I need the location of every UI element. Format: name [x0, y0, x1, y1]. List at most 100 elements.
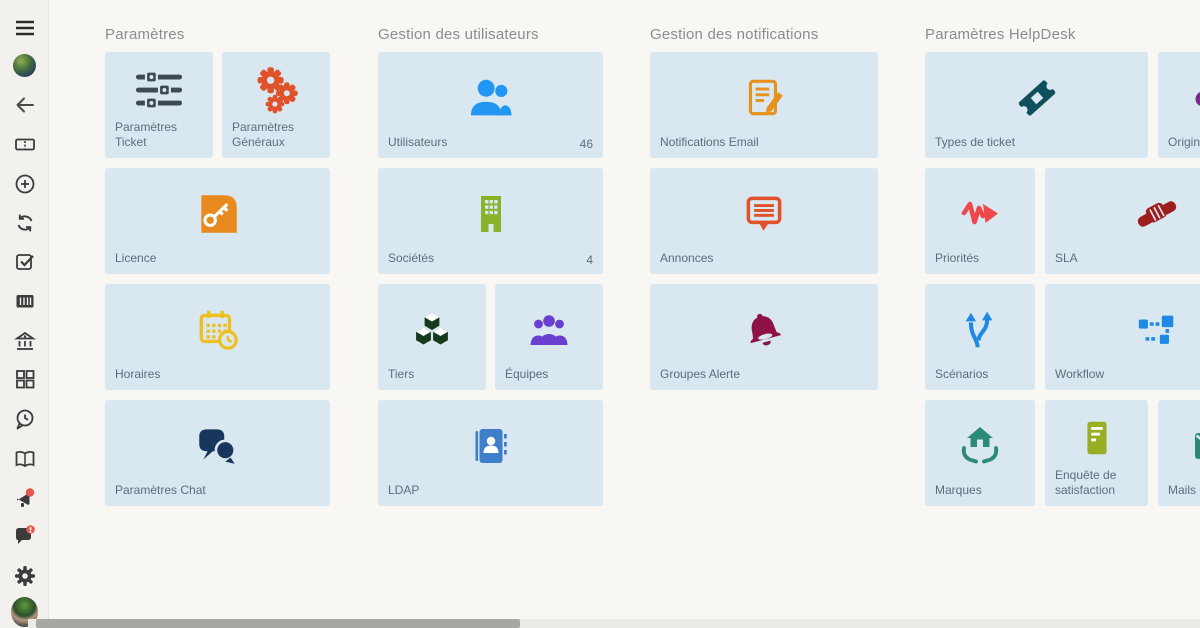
tile-count: 4	[580, 253, 593, 267]
settings-dashboard: Paramètres Gestion des utilisateurs Gest…	[0, 0, 1200, 628]
home-hands-icon	[925, 400, 1035, 483]
announcement-icon	[650, 168, 878, 251]
group-title-gestion-notifications: Gestion des notifications	[650, 26, 818, 43]
group-title-parametres: Paramètres	[105, 26, 185, 43]
alert-bell-icon	[650, 284, 878, 367]
team-icon	[495, 284, 603, 367]
address-book-icon	[378, 400, 603, 483]
sidebar-item-menu[interactable]	[11, 14, 38, 41]
bank-icon	[13, 329, 37, 353]
tile-label: Enquête de satisfaction	[1055, 468, 1138, 499]
tile-label: Annonces	[660, 251, 713, 267]
tile-label: Paramètres Chat	[115, 483, 206, 499]
tile-label: Scénarios	[935, 367, 988, 383]
sidebar-item-back[interactable]	[11, 91, 38, 118]
priority-pulse-icon	[925, 168, 1035, 251]
sidebar-item-inventory[interactable]	[11, 287, 38, 314]
tile-label: Origine	[1168, 135, 1200, 151]
tile-enquete-satisfaction[interactable]: Enquête de satisfaction	[1045, 400, 1148, 506]
globe-icon	[13, 54, 36, 77]
group-title-parametres-helpdesk: Paramètres HelpDesk	[925, 26, 1076, 43]
sidebar-item-globe[interactable]	[11, 52, 38, 79]
open-book-icon	[13, 447, 37, 471]
sidebar-item-chat[interactable]	[11, 521, 38, 548]
tile-label: Utilisateurs	[388, 135, 447, 151]
tile-utilisateurs[interactable]: Utilisateurs 46	[378, 52, 603, 158]
tile-tiers[interactable]: Tiers	[378, 284, 486, 390]
tile-label: Priorités	[935, 251, 979, 267]
sidebar-item-tickets[interactable]	[11, 130, 38, 157]
sidebar-item-organization[interactable]	[11, 327, 38, 354]
tile-ldap[interactable]: LDAP	[378, 400, 603, 506]
tile-annonces[interactable]: Annonces	[650, 168, 878, 274]
tile-label: Paramètres Ticket	[115, 120, 203, 151]
tile-label: LDAP	[388, 483, 419, 499]
chat-clock-icon	[13, 407, 37, 431]
tile-label: Groupes Alerte	[660, 367, 740, 383]
barcode-book-icon	[13, 289, 37, 313]
tile-label: Marques	[935, 483, 982, 499]
horizontal-scrollbar-thumb[interactable]	[36, 619, 520, 628]
tile-label: Types de ticket	[935, 135, 1015, 151]
sidebar-item-history[interactable]	[11, 405, 38, 432]
ticket-icon	[13, 132, 37, 156]
sidebar-item-tasks[interactable]	[11, 247, 38, 274]
sidebar-item-settings[interactable]	[11, 562, 38, 589]
tile-societes[interactable]: Sociétés 4	[378, 168, 603, 274]
users-icon	[378, 52, 603, 135]
sidebar-item-alerts[interactable]	[11, 483, 38, 510]
sidebar-item-modules[interactable]	[11, 365, 38, 392]
tile-label: Équipes	[505, 367, 548, 383]
horizontal-scrollbar-track[interactable]	[28, 619, 1200, 628]
tile-parametres-ticket[interactable]: Paramètres Ticket	[105, 52, 213, 158]
chat-badge-icon	[13, 523, 37, 547]
tile-priorites[interactable]: Priorités	[925, 168, 1035, 274]
sidebar-item-sync[interactable]	[11, 209, 38, 236]
tile-types-de-ticket[interactable]: Types de ticket	[925, 52, 1148, 158]
back-arrow-icon	[13, 93, 37, 117]
tile-label: SLA	[1055, 251, 1078, 267]
tile-licence[interactable]: Licence	[105, 168, 330, 274]
tile-workflow[interactable]: Workflow	[1045, 284, 1200, 390]
tile-label: Notifications Email	[660, 135, 759, 151]
handshake-icon	[1045, 168, 1200, 251]
tile-scenarios[interactable]: Scénarios	[925, 284, 1035, 390]
tile-sla[interactable]: SLA	[1045, 168, 1200, 274]
gears-icon	[222, 52, 330, 120]
tile-mails[interactable]: Mails c	[1158, 400, 1200, 506]
sidebar-item-add[interactable]	[11, 170, 38, 197]
workflow-icon	[1045, 284, 1200, 367]
licence-key-icon	[105, 168, 330, 251]
megaphone-alert-icon	[13, 485, 37, 509]
tile-horaires[interactable]: Horaires	[105, 284, 330, 390]
tile-equipes[interactable]: Équipes	[495, 284, 603, 390]
hamburger-icon	[13, 16, 37, 40]
tile-label: Mails c	[1168, 483, 1200, 499]
plus-circle-icon	[13, 172, 37, 196]
chat-bubbles-icon	[105, 400, 330, 483]
origin-icon	[1158, 52, 1200, 135]
mail-icon	[1158, 400, 1200, 483]
tile-label: Tiers	[388, 367, 414, 383]
tile-marques[interactable]: Marques	[925, 400, 1035, 506]
sliders-icon	[105, 52, 213, 120]
calendar-clock-icon	[105, 284, 330, 367]
email-edit-icon	[650, 52, 878, 135]
sync-icon	[13, 211, 37, 235]
tile-origine[interactable]: Origine	[1158, 52, 1200, 158]
sidebar-item-knowledge-base[interactable]	[11, 445, 38, 472]
survey-icon	[1045, 400, 1148, 468]
tile-label: Paramètres Généraux	[232, 120, 320, 151]
cubes-icon	[378, 284, 486, 367]
ticket-diagonal-icon	[925, 52, 1148, 135]
tile-label: Licence	[115, 251, 156, 267]
gear-icon	[13, 564, 37, 588]
tile-groupes-alerte[interactable]: Groupes Alerte	[650, 284, 878, 390]
fork-arrows-icon	[925, 284, 1035, 367]
group-title-gestion-utilisateurs: Gestion des utilisateurs	[378, 26, 539, 43]
tile-parametres-chat[interactable]: Paramètres Chat	[105, 400, 330, 506]
tile-count: 46	[574, 137, 593, 151]
tile-parametres-generaux[interactable]: Paramètres Généraux	[222, 52, 330, 158]
tile-label: Horaires	[115, 367, 160, 383]
tile-notifications-email[interactable]: Notifications Email	[650, 52, 878, 158]
